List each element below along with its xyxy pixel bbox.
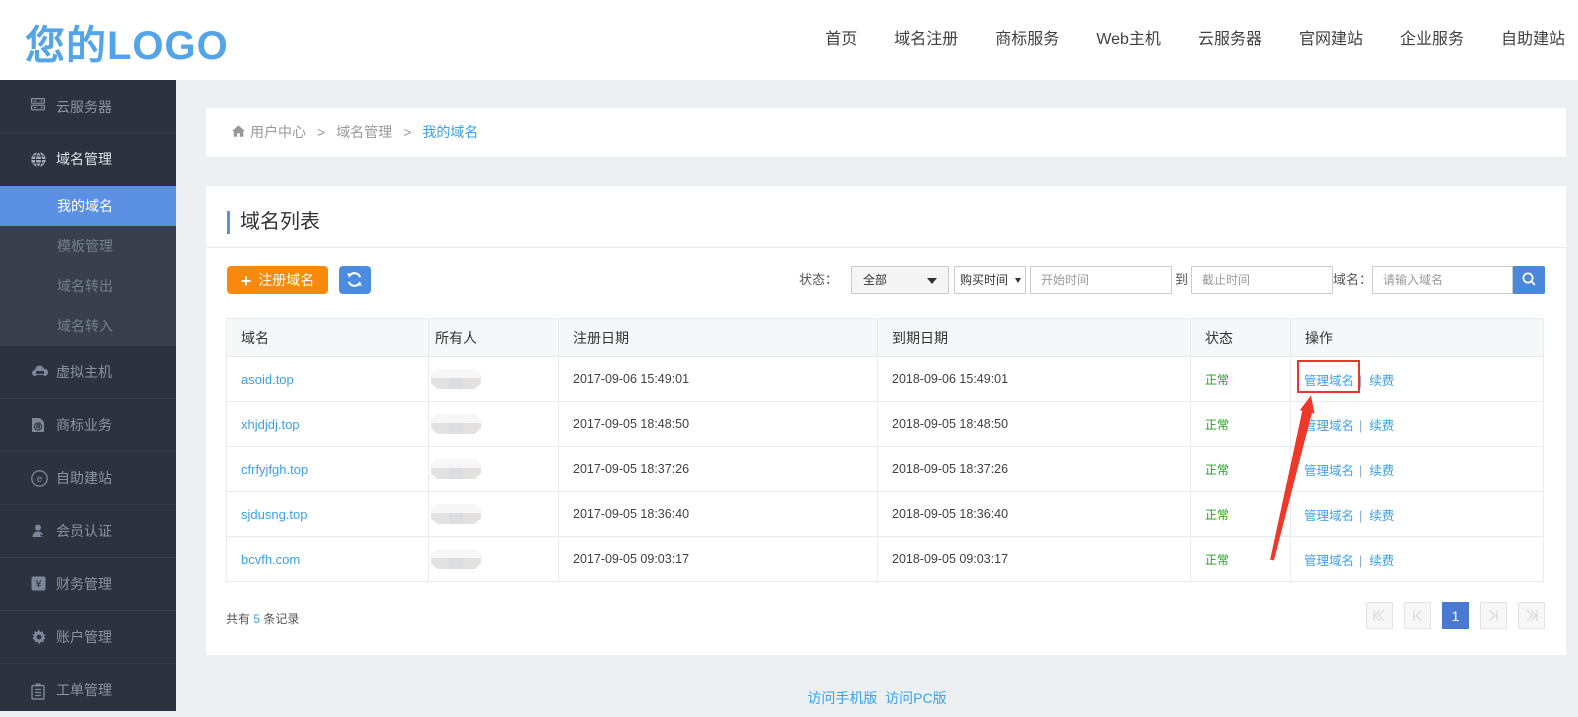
svg-text:¥: ¥ <box>34 579 42 591</box>
svg-text:e: e <box>37 474 43 485</box>
